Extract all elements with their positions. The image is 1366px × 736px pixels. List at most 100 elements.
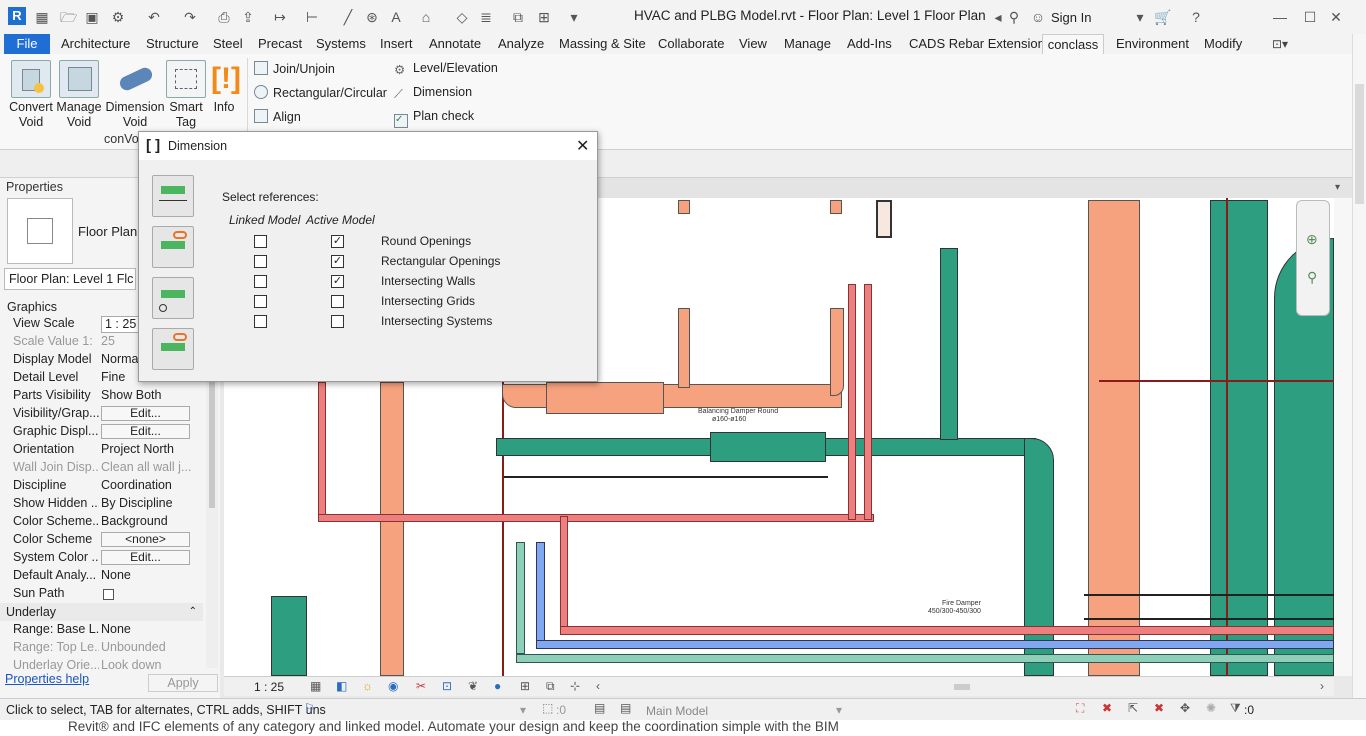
revit-app-icon[interactable]: R [8, 7, 26, 25]
duct-segment[interactable] [830, 308, 844, 396]
scroll-left-icon[interactable]: ‹ [596, 679, 600, 693]
info-button[interactable]: [!] Info [206, 60, 242, 115]
design-options-icon[interactable]: ▤ [594, 701, 605, 715]
dimension-tool-button-1[interactable] [152, 175, 194, 217]
undo-icon[interactable]: ↶ [146, 9, 162, 25]
prop-row[interactable]: Color Scheme <none> [13, 532, 203, 550]
graphic-display-edit-button[interactable]: Edit... [101, 424, 190, 439]
properties-help-link[interactable]: Properties help [5, 672, 89, 686]
sign-in-button[interactable]: Sign In [1051, 10, 1091, 25]
maximize-icon[interactable]: ☐ [1302, 9, 1318, 25]
drag-elements-icon[interactable]: ✥ [1180, 701, 1190, 715]
tab-insert[interactable]: Insert [380, 36, 413, 51]
prop-row[interactable]: Sun Path [13, 586, 203, 604]
prop-value[interactable]: Show Both [101, 388, 201, 402]
sync-icon[interactable]: ⚙ [110, 9, 126, 25]
prop-row[interactable]: Color Scheme... Background [13, 514, 203, 532]
active-intersecting-walls-checkbox[interactable]: ✓ [331, 275, 344, 288]
sign-in-dropdown-icon[interactable]: ▾ [1132, 9, 1148, 25]
dimension-tool-button-4[interactable] [152, 328, 194, 370]
detail-level-icon[interactable]: ▦ [310, 679, 321, 693]
linked-intersecting-grids-checkbox[interactable] [254, 295, 267, 308]
section-icon[interactable]: ◇ [454, 9, 470, 25]
zoom-icon[interactable]: ⊕ [1306, 231, 1318, 248]
tag-icon[interactable]: ⊛ [364, 9, 380, 25]
tab-steel[interactable]: Steel [213, 36, 243, 51]
binoculars-icon[interactable]: ⚲ [1006, 9, 1022, 25]
text-icon[interactable]: A [388, 9, 404, 25]
home-icon[interactable]: ▦ [34, 9, 50, 25]
background-process-icon[interactable]: ✺ [1206, 701, 1216, 715]
close-window-icon[interactable]: ✕ [1328, 9, 1344, 25]
pipe-segment[interactable] [318, 382, 326, 522]
pan-icon[interactable]: ⚲ [1307, 269, 1317, 286]
linked-rectangular-openings-checkbox[interactable] [254, 255, 267, 268]
window-scrollbar[interactable] [1352, 34, 1366, 698]
tab-cads-rebar[interactable]: CADS Rebar Extensions [909, 36, 1051, 51]
tab-architecture[interactable]: Architecture [61, 36, 130, 51]
pipe-segment[interactable] [536, 640, 1334, 649]
tab-massing-site[interactable]: Massing & Site [559, 36, 646, 51]
pipe-segment[interactable] [560, 516, 568, 634]
switch-windows-icon[interactable]: ⊞ [536, 9, 552, 25]
prop-row[interactable]: Parts Visibility Show Both [13, 388, 203, 406]
duct-segment[interactable] [940, 248, 958, 440]
plan-check-button[interactable]: ✓ Plan check [394, 109, 474, 128]
select-pinned-icon[interactable]: ⇱ [1128, 701, 1138, 715]
tab-manage[interactable]: Manage [784, 36, 831, 51]
prop-value[interactable]: Coordination [101, 478, 201, 492]
help-icon[interactable]: ? [1188, 9, 1204, 25]
user-icon[interactable]: ☺ [1030, 9, 1046, 25]
cart-icon[interactable]: 🛒 [1154, 9, 1171, 25]
convert-void-button[interactable]: Convert Void [8, 60, 54, 130]
dialog-close-icon[interactable]: ✕ [576, 136, 589, 156]
tab-conclass[interactable]: conclass [1042, 34, 1104, 55]
prop-value[interactable]: Background [101, 514, 201, 528]
design-option-icon[interactable]: ▤ [620, 701, 631, 715]
prop-row[interactable]: Discipline Coordination [13, 478, 203, 496]
prop-row[interactable]: Show Hidden ... By Discipline [13, 496, 203, 514]
tab-systems[interactable]: Systems [316, 36, 366, 51]
select-links-icon[interactable]: ⛶ [1076, 701, 1084, 716]
linked-round-openings-checkbox[interactable] [254, 235, 267, 248]
redo-icon[interactable]: ↷ [182, 9, 198, 25]
customize-qat-icon[interactable]: ▾ [566, 9, 582, 25]
select-underlay-icon[interactable]: ✖ [1102, 701, 1112, 715]
smart-tag-button[interactable]: Smart Tag [166, 60, 206, 130]
prop-value[interactable]: None [101, 568, 201, 582]
terminal[interactable] [876, 200, 892, 238]
save-icon[interactable]: ▣ [84, 9, 100, 25]
damper[interactable] [710, 432, 826, 462]
prop-row[interactable]: Default Analy... None [13, 568, 203, 586]
temporary-hide-icon[interactable]: ❦ [468, 679, 478, 693]
duct-segment[interactable] [830, 200, 842, 214]
canvas-scrollbar[interactable] [1334, 198, 1352, 676]
search-left-arrow-icon[interactable]: ◂ [990, 9, 1006, 25]
color-scheme-button[interactable]: <none> [101, 532, 190, 547]
align-button[interactable]: Align [254, 109, 301, 124]
graphics-section-header[interactable]: Graphics [7, 300, 57, 314]
prop-value[interactable]: None [101, 622, 201, 636]
visibility-edit-button[interactable]: Edit... [101, 406, 190, 421]
pipe-segment[interactable] [536, 542, 545, 646]
view-scale[interactable]: 1 : 25 [254, 680, 284, 694]
active-model-selector[interactable]: Main Model [646, 704, 708, 718]
prop-row[interactable]: Range: Base L... None [13, 622, 203, 640]
tab-view[interactable]: View [739, 36, 767, 51]
pipe-segment[interactable] [318, 514, 874, 522]
pipe-segment[interactable] [516, 542, 525, 654]
dimension-void-button[interactable]: Dimension Void [104, 60, 166, 130]
filter-icon[interactable]: ⧩ [1230, 701, 1241, 716]
worksharing-icon[interactable]: ⊞ [520, 679, 530, 693]
reveal-hidden-icon[interactable]: ● [494, 679, 501, 693]
close-hidden-icon[interactable]: ⧉ [510, 9, 526, 25]
thin-lines-icon[interactable]: ≣ [478, 9, 494, 25]
worksets-dropdown-icon[interactable]: ▾ [520, 703, 526, 717]
duct-segment[interactable] [380, 382, 404, 676]
analytical-icon[interactable]: ⧉ [546, 679, 555, 694]
damper[interactable] [546, 382, 664, 414]
active-intersecting-systems-checkbox[interactable] [331, 315, 344, 328]
tab-structure[interactable]: Structure [146, 36, 199, 51]
tab-add-ins[interactable]: Add-Ins [847, 36, 892, 51]
tab-analyze[interactable]: Analyze [498, 36, 544, 51]
